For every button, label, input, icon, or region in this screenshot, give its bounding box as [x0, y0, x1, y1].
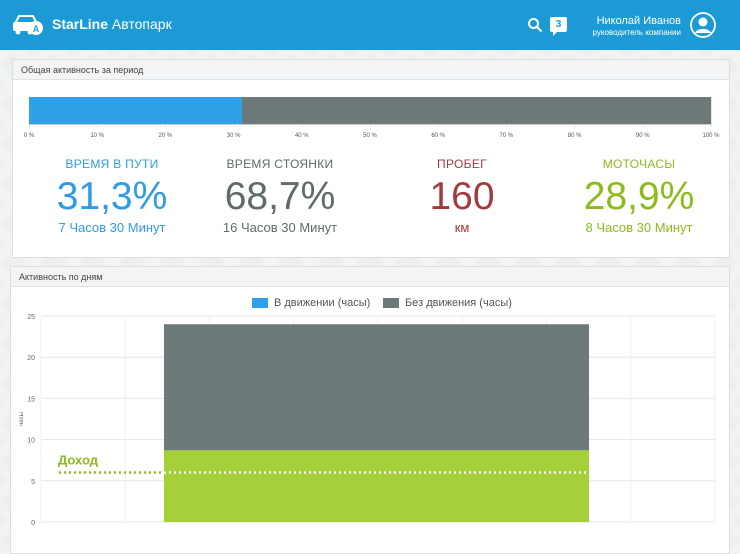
progress-tick-label: 10 % — [90, 133, 105, 139]
bar-segment-moving — [164, 450, 589, 522]
user-avatar-icon[interactable] — [690, 12, 716, 38]
progress-tick-label: 20 % — [158, 133, 173, 139]
y-tick-label: 10 — [27, 438, 35, 445]
brand-title[interactable]: StarLine Автопарк — [52, 16, 172, 32]
brand-light: Автопарк — [111, 16, 172, 32]
progress-gridline — [711, 97, 712, 127]
stat-sub: 7 Часов 30 Минут — [58, 220, 166, 235]
daily-activity-chart: 0 5 10 15 20 25 часы Доход — [19, 314, 716, 527]
bar-segment-idle — [164, 324, 589, 451]
top-bar: A StarLine Автопарк 3 Николай Иванов рук… — [0, 0, 740, 50]
progress-axis — [29, 124, 711, 125]
car-logo-icon: A — [13, 15, 43, 35]
progress-tick-label: 100 % — [702, 133, 720, 139]
daily-panel-title: Активность по дням — [11, 267, 729, 287]
activity-panel-title: Общая активность за период — [13, 60, 729, 80]
svg-text:A: A — [33, 24, 40, 34]
stat-parking-time: ВРЕМЯ СТОЯНКИ 68,7% 16 Часов 30 Минут — [195, 157, 365, 235]
notifications-badge[interactable]: 3 — [550, 17, 567, 36]
brand-bold: StarLine — [52, 16, 109, 32]
stat-mileage: ПРОБЕГ 160 км — [377, 157, 547, 235]
stat-sub: км — [454, 220, 470, 235]
stat-label: ПРОБЕГ — [437, 157, 487, 171]
stat-value: 68,7% — [224, 175, 336, 218]
progress-tick-label: 40 % — [294, 133, 309, 139]
stat-value: 160 — [429, 175, 495, 218]
y-tick-label: 5 — [31, 479, 35, 486]
progress-tick-label: 70 % — [499, 133, 514, 139]
y-tick-label: 25 — [27, 314, 35, 321]
progress-tick-label: 80 % — [567, 133, 582, 139]
activity-progress-bar — [29, 97, 711, 124]
progress-tick-label: 50 % — [363, 133, 377, 139]
progress-tick-label: 0 % — [23, 133, 35, 139]
stat-label: МОТОЧАСЫ — [602, 157, 676, 171]
moving-progress-fill — [29, 97, 243, 124]
user-name[interactable]: Николай Иванов — [597, 15, 681, 27]
search-icon[interactable] — [527, 17, 543, 33]
y-tick-label: 15 — [27, 396, 35, 403]
activity-summary-panel: Общая активность за период 0 % 10 % 20 % 30… — [12, 59, 730, 258]
stat-sub: 16 Часов 30 Минут — [222, 220, 338, 235]
stat-label: ВРЕМЯ В ПУТИ — [65, 157, 159, 171]
progress-tick-label: 30 % — [226, 133, 241, 139]
income-label: Доход — [58, 453, 99, 468]
stat-sub: 8 Часов 30 Минут — [585, 220, 693, 235]
y-tick-label: 20 — [27, 355, 35, 362]
stat-value: 28,9% — [583, 175, 695, 218]
stat-value: 31,3% — [56, 175, 168, 218]
daily-activity-panel: Активность по дням В движении (часы) Без… — [10, 266, 730, 554]
progress-tick-label: 90 % — [635, 133, 650, 139]
y-tick-label: 0 — [31, 520, 35, 527]
stat-engine-hours: МОТОЧАСЫ 28,9% 8 Часов 30 Минут — [554, 157, 724, 235]
stat-travel-time: ВРЕМЯ В ПУТИ 31,3% 7 Часов 30 Минут — [27, 157, 197, 235]
user-role: руководитель компании — [592, 28, 681, 37]
y-axis-label: часы — [19, 412, 25, 426]
stat-label: ВРЕМЯ СТОЯНКИ — [226, 157, 334, 171]
progress-tick-label: 60 % — [431, 133, 446, 139]
